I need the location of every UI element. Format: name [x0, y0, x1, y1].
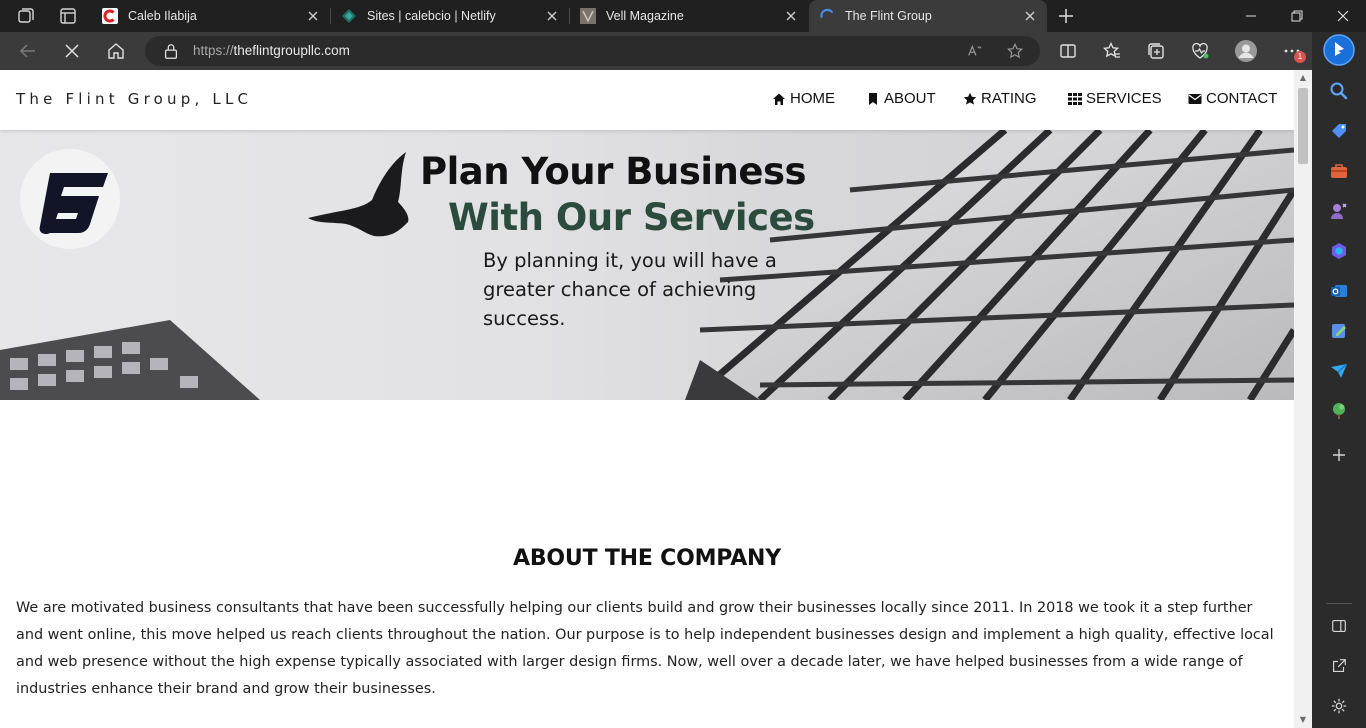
close-window-button[interactable]: [1320, 0, 1366, 32]
nav-contact[interactable]: CONTACT: [1188, 90, 1277, 107]
close-tab-icon[interactable]: [306, 9, 320, 23]
profile-avatar[interactable]: [1234, 39, 1258, 63]
hero-subtitle: By planning it, you will have a greater …: [483, 249, 777, 330]
split-screen-icon[interactable]: [1058, 41, 1078, 61]
restore-button[interactable]: [1274, 0, 1320, 32]
vell-icon: [580, 8, 596, 24]
send-icon[interactable]: [1329, 361, 1349, 381]
grid-icon: [1068, 92, 1082, 105]
red-c-icon: [102, 8, 118, 24]
hide-sidebar-icon[interactable]: [1329, 616, 1349, 636]
sidebar-divider: [1326, 603, 1352, 604]
nav-label: ABOUT: [884, 90, 936, 107]
close-tab-icon[interactable]: [784, 9, 798, 23]
tab-title: The Flint Group: [845, 9, 932, 23]
close-tab-icon[interactable]: [545, 9, 559, 23]
tab-netlify-sites[interactable]: Sites | calebcio | Netlify: [331, 0, 569, 32]
flint-group-logo-icon: [39, 173, 108, 235]
address-bar[interactable]: https://theflintgroupllc.com: [145, 36, 1040, 66]
page-viewport: The Flint Group, LLC HOME ABOUT RATING S…: [0, 70, 1294, 728]
tab-strip: Caleb Ilabija Sites | calebcio | Netlify…: [0, 0, 1366, 32]
nav-rating[interactable]: RATING: [963, 90, 1037, 107]
loading-spinner-icon: [819, 8, 835, 24]
nav-label: CONTACT: [1206, 90, 1278, 107]
hero-banner: Plan Your Business With Our Services By …: [0, 130, 1294, 400]
tools-briefcase-icon[interactable]: [1329, 161, 1349, 181]
designer-icon[interactable]: [1329, 321, 1349, 341]
nav-services[interactable]: SERVICES: [1068, 90, 1162, 107]
stop-loading-icon[interactable]: [62, 41, 82, 61]
page-scrollbar[interactable]: ▲ ▼: [1294, 70, 1312, 728]
tab-vell-magazine[interactable]: Vell Magazine: [570, 0, 808, 32]
scroll-down-arrow-icon[interactable]: ▼: [1299, 716, 1307, 724]
shopping-tag-icon[interactable]: [1329, 121, 1349, 141]
settings-gear-icon[interactable]: [1329, 696, 1349, 716]
site-navbar: The Flint Group, LLC HOME ABOUT RATING S…: [0, 70, 1294, 130]
nav-label: SERVICES: [1086, 90, 1162, 107]
search-icon[interactable]: [1329, 81, 1349, 101]
url-text[interactable]: https://theflintgroupllc.com: [193, 43, 350, 58]
close-tab-icon[interactable]: [1023, 9, 1037, 23]
star-icon: [963, 92, 977, 105]
browser-toolbar: https://theflintgroupllc.com 1: [0, 32, 1312, 70]
tab-caleb-ilabija[interactable]: Caleb Ilabija: [92, 0, 330, 32]
outlook-icon[interactable]: [1329, 281, 1349, 301]
bookmark-icon: [869, 92, 877, 105]
workspaces-icon[interactable]: [16, 6, 38, 26]
tab-title: Caleb Ilabija: [128, 9, 197, 23]
nav-label: RATING: [981, 90, 1037, 107]
external-link-icon[interactable]: [1329, 656, 1349, 676]
minimize-button[interactable]: [1228, 0, 1274, 32]
microsoft-365-icon[interactable]: [1329, 241, 1349, 261]
back-arrow-icon[interactable]: [18, 41, 38, 61]
notification-badge: 1: [1294, 51, 1306, 63]
lock-icon[interactable]: [161, 41, 181, 61]
nav-about[interactable]: ABOUT: [866, 90, 936, 107]
favorites-icon[interactable]: [1102, 41, 1122, 61]
hero-title-line2: With Our Services: [448, 196, 815, 239]
tree-icon[interactable]: [1329, 401, 1349, 421]
read-aloud-icon[interactable]: [965, 41, 985, 61]
home-icon[interactable]: [106, 41, 126, 61]
scrollbar-thumb[interactable]: [1298, 88, 1308, 164]
new-tab-button[interactable]: [1056, 6, 1078, 26]
games-icon[interactable]: [1329, 201, 1349, 221]
site-brand[interactable]: The Flint Group, LLC: [16, 90, 252, 108]
scroll-up-arrow-icon[interactable]: ▲: [1299, 74, 1307, 82]
add-favorite-star-icon[interactable]: [1005, 41, 1025, 61]
edge-sidebar: [1312, 32, 1366, 728]
about-section-title: ABOUT THE COMPANY: [513, 546, 781, 571]
company-logo[interactable]: [20, 149, 120, 249]
tab-actions-icon[interactable]: [58, 6, 80, 26]
home-icon: [773, 93, 785, 105]
add-sidebar-app-icon[interactable]: [1329, 445, 1349, 465]
collections-icon[interactable]: [1146, 41, 1166, 61]
browser-essentials-icon[interactable]: [1190, 41, 1210, 61]
hero-title-line1: Plan Your Business: [420, 150, 807, 193]
tab-title: Vell Magazine: [606, 9, 684, 23]
netlify-icon: [341, 8, 357, 24]
tab-the-flint-group[interactable]: The Flint Group: [809, 0, 1047, 32]
nav-label: HOME: [790, 90, 835, 107]
envelope-icon: [1188, 93, 1202, 104]
bing-chat-icon[interactable]: [1323, 34, 1355, 66]
about-paragraph: We are motivated business consultants th…: [16, 600, 1274, 697]
nav-home[interactable]: HOME: [772, 90, 835, 107]
tab-title: Sites | calebcio | Netlify: [367, 9, 496, 23]
